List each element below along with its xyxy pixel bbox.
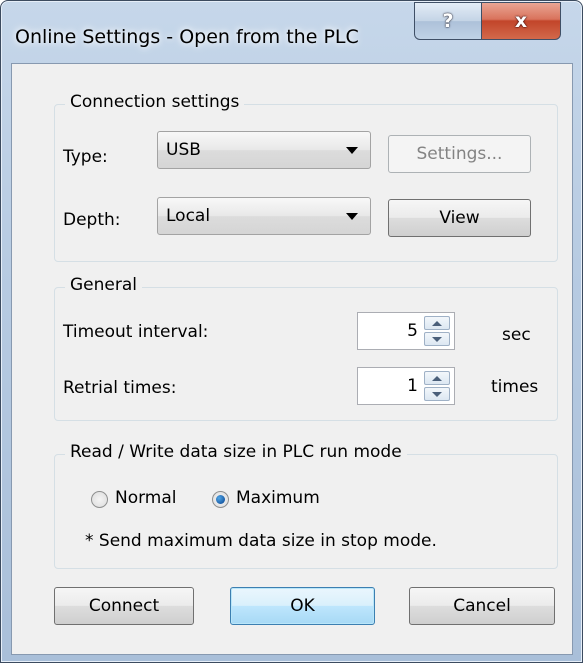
retrial-spinner[interactable]: 1: [357, 367, 455, 405]
type-label: Type:: [63, 147, 108, 167]
help-button[interactable]: ?: [414, 2, 482, 40]
maximum-radio[interactable]: [212, 491, 229, 508]
close-icon: x: [514, 10, 528, 32]
cancel-button[interactable]: Cancel: [409, 587, 555, 625]
retrial-label: Retrial times:: [63, 378, 177, 398]
timeout-value: 5: [407, 321, 418, 341]
connect-button[interactable]: Connect: [54, 587, 194, 625]
general-group: General Timeout interval: 5 sec Retrial …: [54, 275, 558, 421]
chevron-down-icon: [346, 212, 358, 220]
normal-radio[interactable]: [91, 491, 108, 508]
timeout-label: Timeout interval:: [63, 322, 209, 342]
timeout-spinner[interactable]: 5: [357, 312, 455, 350]
arrow-up-icon: [432, 320, 442, 326]
ok-button-label: OK: [290, 596, 315, 616]
dialog-client-area: Connection settings Type: USB Settings..…: [11, 63, 573, 655]
view-button[interactable]: View: [388, 199, 531, 237]
normal-radio-option[interactable]: Normal: [91, 488, 211, 512]
view-button-label: View: [439, 208, 480, 228]
arrow-down-icon: [432, 391, 442, 397]
depth-label: Depth:: [63, 210, 121, 230]
normal-radio-label: Normal: [115, 488, 177, 508]
settings-button[interactable]: Settings...: [388, 135, 531, 173]
depth-dropdown-value: Local: [166, 206, 211, 226]
dialog-window: Online Settings - Open from the PLC ? x …: [0, 0, 583, 663]
help-icon: ?: [442, 10, 454, 32]
settings-button-label: Settings...: [416, 144, 503, 164]
retrial-unit: times: [491, 377, 539, 397]
arrow-down-icon: [432, 336, 442, 342]
connection-settings-group: Connection settings Type: USB Settings..…: [54, 92, 558, 262]
connection-settings-legend: Connection settings: [65, 92, 245, 112]
maximum-radio-label: Maximum: [236, 488, 320, 508]
ok-button[interactable]: OK: [230, 587, 375, 625]
spin-down-button[interactable]: [424, 387, 450, 401]
close-button[interactable]: x: [481, 2, 561, 40]
connect-button-label: Connect: [88, 596, 160, 616]
spin-up-button[interactable]: [424, 371, 450, 385]
stop-mode-note: * Send maximum data size in stop mode.: [85, 531, 437, 551]
data-size-group: Read / Write data size in PLC run mode N…: [54, 442, 558, 569]
spin-down-button[interactable]: [424, 332, 450, 346]
data-size-legend: Read / Write data size in PLC run mode: [65, 442, 407, 462]
chevron-down-icon: [346, 146, 358, 154]
type-dropdown-value: USB: [166, 140, 201, 160]
retrial-value: 1: [407, 376, 418, 396]
type-dropdown[interactable]: USB: [157, 131, 371, 169]
window-title: Online Settings - Open from the PLC: [15, 26, 359, 48]
timeout-unit: sec: [502, 325, 531, 345]
spin-up-button[interactable]: [424, 316, 450, 330]
maximum-radio-option[interactable]: Maximum: [212, 488, 352, 512]
arrow-up-icon: [432, 375, 442, 381]
general-legend: General: [65, 275, 142, 295]
depth-dropdown[interactable]: Local: [157, 197, 371, 235]
cancel-button-label: Cancel: [453, 596, 511, 616]
